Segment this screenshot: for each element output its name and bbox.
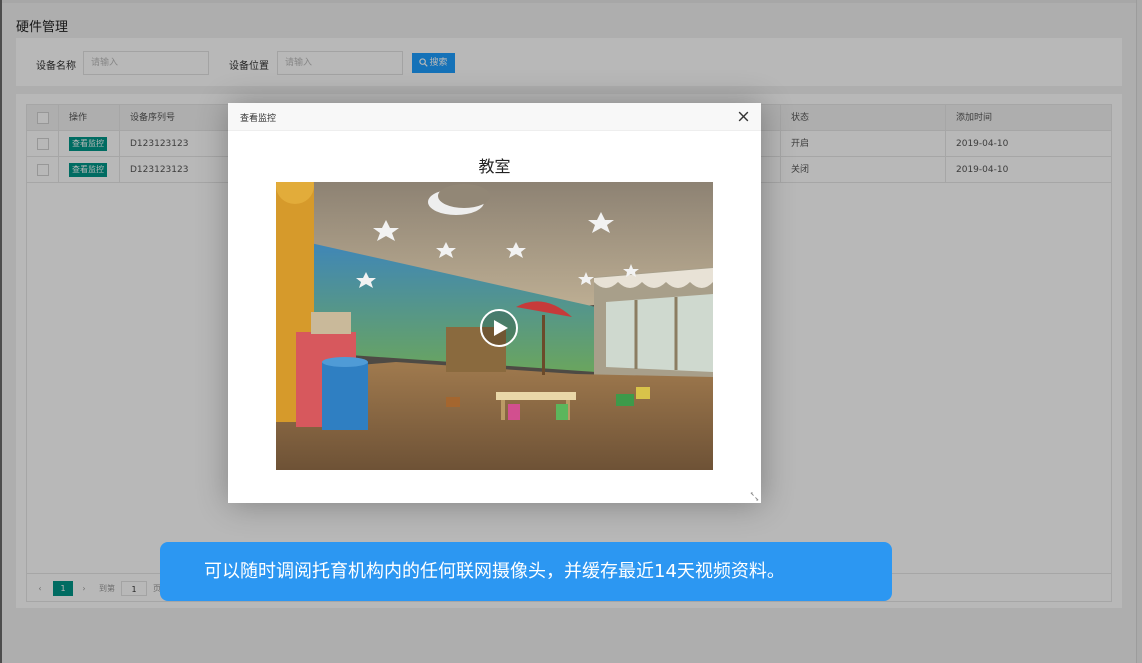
camera-room-name: 教室 [478, 157, 511, 176]
dialog-header: 查看监控 [228, 103, 761, 131]
camera-video-player[interactable] [276, 182, 713, 470]
resize-handle-icon[interactable] [750, 492, 759, 501]
close-icon[interactable] [737, 110, 750, 123]
play-button[interactable] [480, 309, 518, 347]
dialog-title: 查看监控 [240, 114, 277, 124]
play-icon [494, 320, 508, 336]
feature-caption-banner: 可以随时调阅托育机构内的任何联网摄像头，并缓存最近14天视频资料。 [160, 542, 892, 601]
view-monitor-dialog: 查看监控 教室 [228, 103, 761, 503]
